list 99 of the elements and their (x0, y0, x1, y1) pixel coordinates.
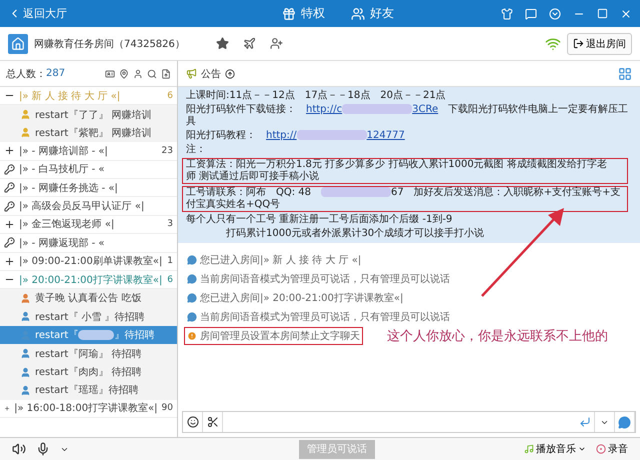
announcement-line: 每个人只有一个工号 重新注册一工号后面添加个后缀 -1到-9 (185, 213, 454, 227)
wifi-icon (545, 36, 561, 52)
channel-count: 6 (167, 90, 173, 101)
exit-icon (573, 38, 584, 49)
annotation-text: 这个人你放心，你是永远联系不上他的 (387, 328, 608, 345)
maximize-icon[interactable] (597, 8, 608, 18)
member-name: restart『 』待招聘 (35, 328, 154, 342)
member-name: restart『 小雪 』待招聘 (35, 310, 145, 324)
announcement-line: 打码累计1000元或者外派累计30个成绩才可以接手打小说 (225, 227, 486, 241)
announcement-line: 注： (185, 143, 207, 157)
channel-row[interactable]: |» - 白马技机厅 - « (0, 160, 177, 179)
announcement-line: 阳光打码软件下载链接： http://c 3CRe 下载阳光打码软件电脑上一定要有解压工具 (185, 103, 630, 129)
member-name: restart『了了』 网赚培训 (35, 108, 152, 122)
member-row[interactable]: restart『紫靶』 网赚培训 (0, 124, 177, 142)
channel-count: 90 (162, 403, 173, 414)
add-user-icon[interactable] (270, 37, 283, 50)
channel-name: |» 09:00-21:00刷单讲课教室«| (19, 254, 164, 268)
key-icon (4, 200, 15, 212)
key-icon (4, 182, 15, 194)
member-row[interactable]: 黄子晚 认真看公告 吃饭 (0, 289, 177, 308)
channel-row[interactable]: |» 16:00-18:00打字讲课教室«| 90 (0, 400, 177, 418)
grid-icon[interactable] (618, 66, 632, 80)
expand-icon[interactable] (4, 218, 15, 230)
arrow-up-icon[interactable] (225, 68, 235, 78)
record-button[interactable]: 录音 (596, 442, 628, 456)
channel-name: |» 金三饱返现老师 «| (19, 218, 116, 232)
channel-name: |» 20:00-21:00打字讲课教室«| (19, 274, 164, 287)
expand-icon[interactable] (4, 256, 15, 267)
channel-name: |» 高级会员反马甲认证厅 «| (19, 200, 146, 214)
channel-row[interactable]: |» 09:00-21:00刷单讲课教室«| 1 (0, 252, 177, 271)
chat-bubble-icon (618, 416, 631, 428)
scissors-icon (206, 416, 218, 428)
member-row[interactable]: restart『 小雪 』待招聘 (0, 308, 177, 326)
star-icon[interactable] (216, 37, 229, 50)
member-name: restart『紫靶』 网赚培训 (35, 126, 152, 140)
member-total-label: 总人数： (6, 68, 46, 80)
channel-count: 6 (167, 274, 173, 285)
pin-icon[interactable] (119, 68, 129, 78)
member-name: 黄子晚 认真看公告 吃饭 (35, 292, 142, 306)
people-icon (351, 6, 365, 20)
announcement-line: 阳光打码教程： http:// 124777 (185, 129, 406, 143)
expand-icon[interactable] (4, 145, 15, 156)
room-icon (8, 34, 28, 54)
member-row[interactable]: restart『了了』 网赚培训 (0, 105, 177, 124)
export-icon[interactable] (161, 68, 171, 78)
channel-name: |» - 网赚返现部 - « (19, 236, 106, 250)
gift-icon (282, 6, 296, 20)
channel-row[interactable]: |» 金三饱返现老师 «| 3 (0, 216, 177, 234)
channel-name: |» 16:00-18:00打字讲课教室«| (14, 402, 158, 416)
channel-count: 1 (167, 256, 173, 266)
user-icon[interactable] (133, 68, 143, 78)
member-row[interactable]: restart『瑶瑶』待招聘 (0, 381, 177, 400)
channel-row[interactable]: |» 高级会员反马甲认证厅 «| (0, 197, 177, 216)
plane-icon[interactable] (243, 37, 256, 50)
warning-icon (187, 331, 197, 341)
record-icon (596, 444, 606, 454)
chat-message: 您已进入房间|» 20:00-21:00打字讲课教室«| (184, 289, 406, 307)
channel-name: |» 新 人 接 待 大 厅 «| (19, 90, 122, 103)
channel-row[interactable]: |» - 网赚任务挑选 - «| (0, 178, 177, 198)
chat-message: 当前房间语音模式为管理员可说话，只有管理员可以说话 (184, 308, 453, 326)
channel-name: |» - 白马技机厅 - « (19, 162, 106, 176)
channel-name: |» - 网赚任务挑选 - «| (19, 182, 119, 195)
member-row[interactable]: restart『阿瑜』 待招聘 (0, 344, 177, 363)
chat-message: 您已进入房间|» 新 人 接 待 大 厅 «| (184, 251, 364, 269)
shirt-icon[interactable] (501, 8, 513, 20)
top-tab[interactable]: 特权 (282, 5, 325, 22)
member-name: restart『肉肉』 待招聘 (35, 366, 142, 380)
member-name: restart『阿瑜』 待招聘 (35, 348, 142, 361)
speaker-icon[interactable] (12, 442, 26, 456)
key-icon (4, 237, 15, 248)
card-icon[interactable] (105, 68, 115, 78)
room-name: 网赚教育任务房间（74325826） (34, 38, 186, 50)
member-name: restart『瑶瑶』待招聘 (35, 384, 138, 398)
close-icon[interactable] (620, 8, 632, 20)
notice-icon (186, 68, 197, 79)
key-icon (4, 164, 15, 175)
back-button[interactable]: 返回大厅 (8, 6, 218, 21)
play-music-button[interactable]: 播放音乐 (524, 442, 586, 456)
chat-message: 房间管理员设置本房间禁止文字聊天 (184, 327, 363, 345)
announcement-line: 上课时间:11点－－12点 17点－－18点 20点－－21点 (185, 89, 447, 103)
music-note-icon (524, 444, 534, 454)
caret-icon (578, 445, 586, 453)
member-row[interactable]: restart『肉肉』 待招聘 (0, 362, 177, 382)
channel-name: |» - 网赚培训部 - «| (19, 144, 109, 158)
announcement-title[interactable]: 公告 (201, 66, 221, 80)
smiley-icon (186, 416, 198, 428)
channel-count: 3 (167, 219, 173, 230)
member-count: 287 (46, 68, 66, 79)
channel-row[interactable]: |» - 网赚培训部 - «| 23 (0, 142, 177, 161)
search-icon[interactable] (147, 68, 157, 78)
microphone-icon[interactable] (36, 442, 50, 456)
top-tab[interactable]: 好友 (351, 5, 394, 22)
enter-icon (578, 416, 590, 428)
chat-message: 当前房间语音模式为管理员可说话，只有管理员可以说话 (184, 270, 453, 288)
channel-row[interactable]: |» - 网赚返现部 - « (0, 234, 177, 253)
channel-count: 23 (162, 146, 173, 156)
message-icon[interactable] (525, 8, 537, 20)
dropdown-icon[interactable] (549, 8, 561, 20)
exit-room-button[interactable]: 退出房间 (567, 32, 632, 54)
